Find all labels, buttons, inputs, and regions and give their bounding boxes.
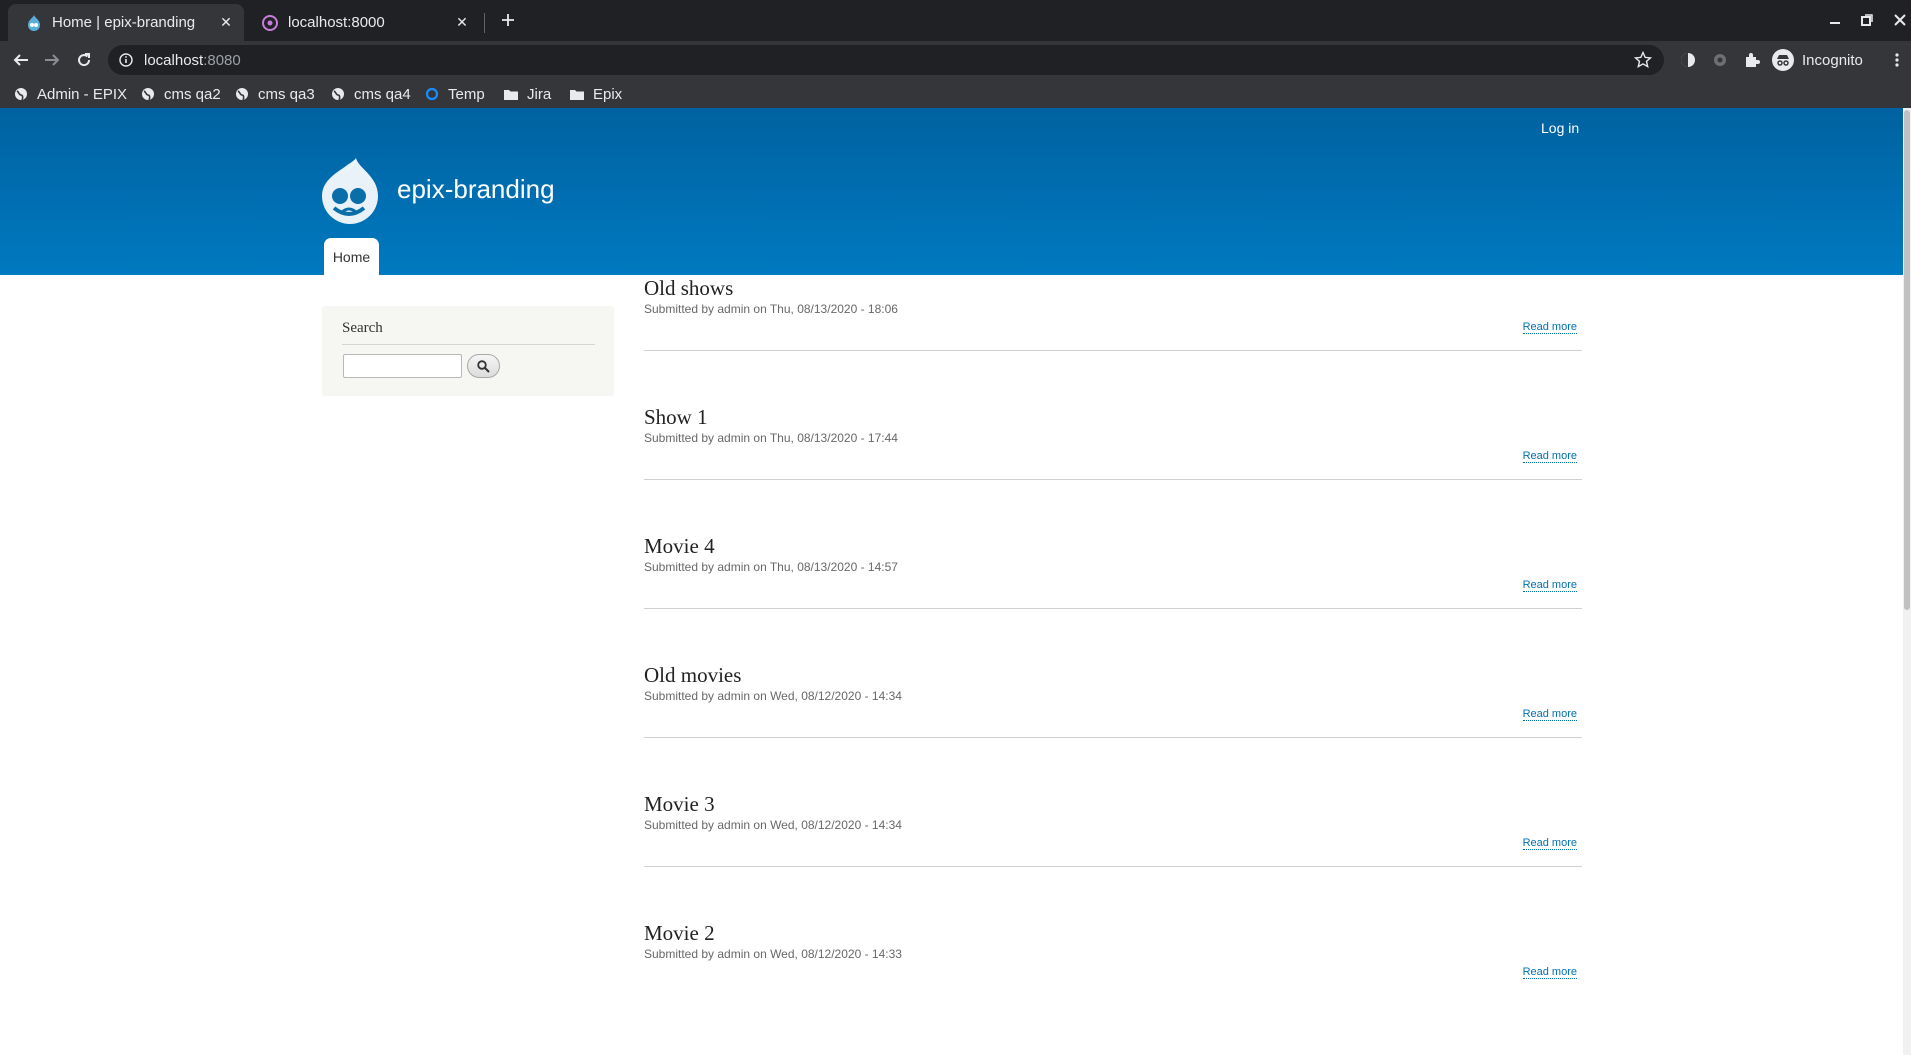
article-title[interactable]: Show 1: [644, 405, 1582, 430]
read-more-link[interactable]: Read more: [1522, 321, 1577, 334]
search-block: Search: [322, 306, 614, 396]
tab-title: Home | epix-branding: [52, 14, 196, 31]
bookmark-cms-qa3[interactable]: cms qa3: [234, 83, 315, 105]
divider: [644, 350, 1582, 351]
graphql-favicon-icon: [262, 14, 278, 31]
divider: [342, 344, 595, 345]
article-teaser: Movie 3 Submitted by admin on Wed, 08/12…: [644, 792, 1582, 867]
tab-separator: [484, 13, 485, 33]
scrollbar-thumb[interactable]: [1904, 110, 1910, 610]
page-scrollbar[interactable]: [1903, 108, 1911, 1055]
folder-icon: [569, 86, 585, 102]
bookmark-cms-qa2[interactable]: cms qa2: [140, 83, 221, 105]
read-more-link[interactable]: Read more: [1522, 579, 1577, 592]
globe-icon: [330, 86, 346, 102]
page-viewport: Log in epix-branding Home Search Old sho…: [0, 108, 1911, 1055]
search-block-title: Search: [342, 320, 383, 336]
article-title[interactable]: Old shows: [644, 276, 1582, 301]
divider: [644, 479, 1582, 480]
bookmark-folder-jira[interactable]: Jira: [503, 83, 551, 105]
folder-icon: [503, 86, 519, 102]
browser-tab-bar: Home | epix-branding ✕ localhost:8000 ✕: [0, 0, 1911, 41]
globe-icon: [13, 86, 29, 102]
bookmark-label: cms qa3: [258, 85, 315, 103]
url-text: localhost:8080: [144, 52, 241, 69]
article-submitted: Submitted by admin on Thu, 08/13/2020 - …: [644, 431, 898, 445]
profile-label: Incognito: [1802, 51, 1863, 69]
article-title[interactable]: Old movies: [644, 663, 1582, 688]
search-input[interactable]: [343, 354, 462, 378]
article-submitted: Submitted by admin on Thu, 08/13/2020 - …: [644, 302, 898, 316]
nav-tab-home[interactable]: Home: [324, 238, 379, 275]
globe-icon: [234, 86, 250, 102]
bookmark-label: Admin - EPIX: [37, 85, 128, 103]
address-bar[interactable]: localhost:8080: [108, 45, 1664, 75]
divider: [644, 866, 1582, 867]
article-teaser: Old shows Submitted by admin on Thu, 08/…: [644, 276, 1582, 351]
incognito-icon: [1772, 49, 1794, 71]
browser-tab[interactable]: localhost:8000 ✕: [244, 4, 480, 41]
browser-tab-active[interactable]: Home | epix-branding ✕: [8, 4, 244, 41]
browser-toolbar: localhost:8080 Incognito: [0, 41, 1911, 79]
read-more-link[interactable]: Read more: [1522, 708, 1577, 721]
site-header: Log in epix-branding Home: [0, 108, 1903, 275]
bookmark-label: cms qa2: [164, 85, 221, 103]
menu-kebab-icon[interactable]: [1887, 50, 1907, 70]
url-port: :8080: [203, 51, 241, 69]
article-teaser: Show 1 Submitted by admin on Thu, 08/13/…: [644, 405, 1582, 480]
bookmark-cms-qa4[interactable]: cms qa4: [330, 83, 411, 105]
window-close-icon[interactable]: [1888, 8, 1911, 32]
bookmark-star-icon[interactable]: [1634, 51, 1652, 69]
drupal-favicon-icon: [26, 14, 42, 31]
restore-icon[interactable]: [1855, 8, 1879, 32]
article-teaser: Old movies Submitted by admin on Wed, 08…: [644, 663, 1582, 738]
bookmark-label: Temp: [448, 85, 485, 103]
article-teaser: Movie 4 Submitted by admin on Thu, 08/13…: [644, 534, 1582, 609]
search-icon: [477, 359, 490, 373]
article-title[interactable]: Movie 3: [644, 792, 1582, 817]
back-arrow-icon[interactable]: [7, 46, 35, 74]
article-title[interactable]: Movie 4: [644, 534, 1582, 559]
article-teaser: Movie 2 Submitted by admin on Wed, 08/12…: [644, 921, 1582, 979]
divider: [644, 737, 1582, 738]
article-submitted: Submitted by admin on Thu, 08/13/2020 - …: [644, 560, 898, 574]
drupal-logo-icon[interactable]: [320, 158, 380, 224]
article-title[interactable]: Movie 2: [644, 921, 1582, 946]
search-submit-button[interactable]: [467, 354, 500, 378]
reload-icon[interactable]: [70, 46, 98, 74]
tab-title: localhost:8000: [288, 14, 385, 31]
close-tab-icon[interactable]: ✕: [452, 13, 472, 33]
globe-icon: [140, 86, 156, 102]
log-in-link[interactable]: Log in: [1541, 120, 1579, 136]
bookmark-label: cms qa4: [354, 85, 411, 103]
site-name-link[interactable]: epix-branding: [397, 174, 555, 205]
article-submitted: Submitted by admin on Wed, 08/12/2020 - …: [644, 947, 902, 961]
new-tab-button[interactable]: [497, 9, 519, 31]
bookmark-folder-epix[interactable]: Epix: [569, 83, 622, 105]
divider: [644, 608, 1582, 609]
circle-icon: [424, 86, 440, 102]
bookmark-label: Epix: [593, 85, 623, 103]
read-more-link[interactable]: Read more: [1522, 837, 1577, 850]
read-more-link[interactable]: Read more: [1522, 966, 1577, 979]
article-submitted: Submitted by admin on Wed, 08/12/2020 - …: [644, 689, 902, 703]
url-host: localhost: [144, 51, 204, 69]
site-info-icon[interactable]: [118, 52, 134, 68]
bookmark-label: Jira: [527, 85, 552, 103]
extensions-puzzle-icon[interactable]: [1742, 50, 1762, 70]
forward-arrow-icon[interactable]: [38, 46, 66, 74]
bookmarks-bar: Admin - EPIX cms qa2 cms qa3 cms qa4 Tem…: [0, 79, 1911, 108]
extension-gear-icon[interactable]: [1710, 50, 1730, 70]
read-more-link[interactable]: Read more: [1522, 450, 1577, 463]
minimize-icon[interactable]: [1823, 8, 1847, 32]
bookmark-admin-epix[interactable]: Admin - EPIX: [13, 83, 127, 105]
article-submitted: Submitted by admin on Wed, 08/12/2020 - …: [644, 818, 902, 832]
close-tab-icon[interactable]: ✕: [216, 13, 236, 33]
incognito-profile-button[interactable]: Incognito: [1772, 46, 1863, 74]
bookmark-temp[interactable]: Temp: [424, 83, 485, 105]
extension-dark-icon[interactable]: [1678, 50, 1698, 70]
